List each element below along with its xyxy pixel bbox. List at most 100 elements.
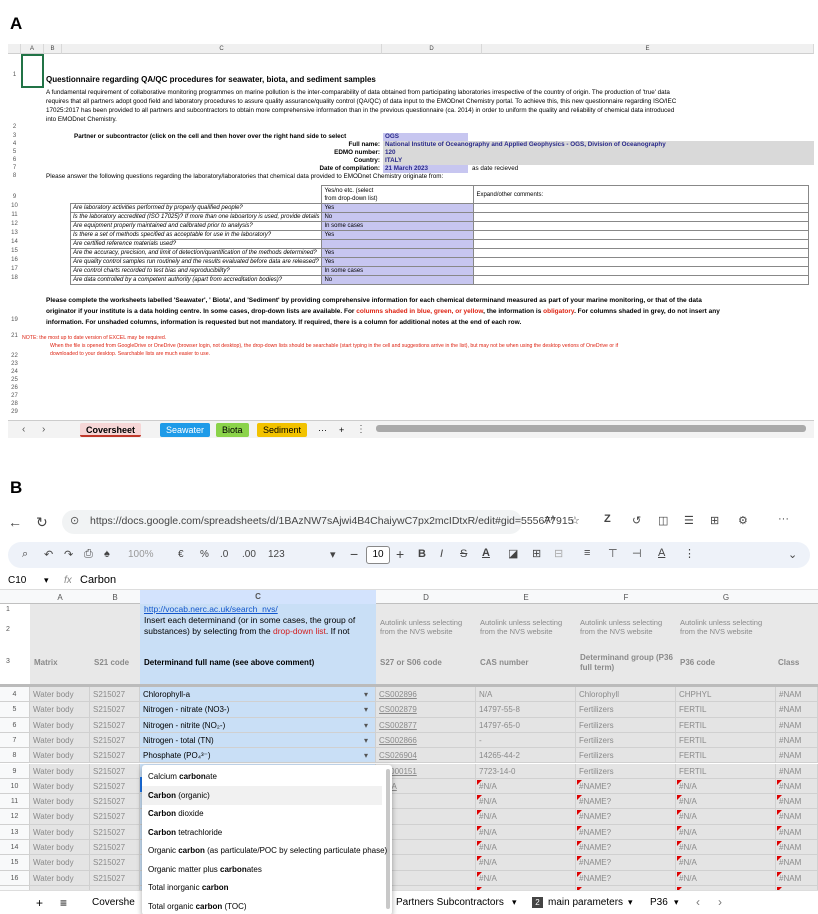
tab-main-dropdown-icon[interactable]: ▾ xyxy=(628,897,633,908)
cas-cell[interactable]: #N/A xyxy=(476,778,576,795)
error-indicator[interactable] xyxy=(677,871,682,877)
suggestion-item[interactable]: Calcium carbonate xyxy=(148,767,217,786)
determinand-group-cell[interactable]: Fertilizers xyxy=(576,717,676,733)
suggestion-item[interactable]: Carbon dioxide xyxy=(148,804,204,823)
tab-p36[interactable]: P36 xyxy=(650,897,668,908)
p36-code-cell[interactable]: #N/A xyxy=(676,809,776,825)
s21-code-cell[interactable]: S215027 xyxy=(90,702,140,718)
comment-cell[interactable] xyxy=(473,212,810,222)
cas-cell[interactable]: 14265-44-2 xyxy=(476,748,576,764)
p36-code-cell[interactable]: #N/A xyxy=(676,794,776,810)
tab-p36-dropdown-icon[interactable]: ▾ xyxy=(674,897,679,908)
p36-code-cell[interactable]: #N/A xyxy=(676,778,776,795)
comment-cell[interactable] xyxy=(473,203,810,213)
determinand-group-cell[interactable]: Fertilizers xyxy=(576,702,676,718)
p36-code-cell[interactable]: FERTIL xyxy=(676,732,776,749)
class-cell[interactable]: #NAM xyxy=(776,763,818,779)
error-indicator[interactable] xyxy=(777,779,782,785)
cas-cell[interactable]: #N/A xyxy=(476,824,576,840)
determinand-group-cell[interactable]: #NAME? xyxy=(576,778,676,795)
p36-code-cell[interactable]: FERTIL xyxy=(676,763,776,779)
col-header-e[interactable]: E xyxy=(482,44,814,54)
search-menus-icon[interactable]: ⌕ xyxy=(22,548,28,561)
all-sheets-button[interactable]: ≡ xyxy=(60,896,67,910)
comment-cell[interactable] xyxy=(473,266,810,276)
tab-scroll-right-icon[interactable]: › xyxy=(42,424,45,435)
matrix-cell[interactable]: Water body xyxy=(30,855,90,871)
suggestion-item[interactable]: Carbon (organic) xyxy=(142,785,382,805)
answer-select[interactable]: Yes xyxy=(321,257,475,267)
error-indicator[interactable] xyxy=(777,825,782,831)
suggestion-item[interactable]: Organic carbon (as particulate/POC by se… xyxy=(148,841,387,860)
matrix-cell[interactable]: Water body xyxy=(30,732,90,749)
s21-code-cell[interactable]: S215027 xyxy=(90,778,140,795)
answer-select[interactable]: In some cases xyxy=(321,221,475,231)
determinand-group-cell[interactable]: Chlorophyll xyxy=(576,687,676,703)
answer-select[interactable]: Yes xyxy=(321,230,475,240)
class-cell[interactable]: #NAM xyxy=(776,824,818,840)
font-family-dropdown-icon[interactable]: ▾ xyxy=(330,548,336,561)
tab-coversheet[interactable]: Coversheet xyxy=(80,423,142,437)
p36-code-cell[interactable]: #N/A xyxy=(676,870,776,886)
class-cell[interactable]: #NAM xyxy=(776,687,818,703)
cas-cell[interactable]: N/A xyxy=(476,687,576,703)
class-cell[interactable]: #NAM xyxy=(776,717,818,733)
tab-scroll-left-icon[interactable]: ‹ xyxy=(22,424,25,435)
p36-code-cell[interactable]: #N/A xyxy=(676,840,776,856)
dropdown-arrow-icon[interactable]: ▾ xyxy=(364,721,368,730)
s27-code-cell[interactable]: CS026904 xyxy=(376,748,476,764)
s27-code-cell[interactable]: CS002866 xyxy=(376,732,476,749)
error-indicator[interactable] xyxy=(577,810,582,816)
address-bar[interactable]: ⊙ https://docs.google.com/spreadsheets/d… xyxy=(62,510,574,534)
error-indicator[interactable] xyxy=(777,810,782,816)
extension-icon[interactable]: ⚙ xyxy=(738,514,748,527)
class-cell[interactable]: #NAM xyxy=(776,809,818,825)
date-field[interactable]: 21 March 2023 xyxy=(383,165,468,173)
determinand-cell[interactable]: Nitrogen - total (TN) xyxy=(140,732,376,749)
more-toolbar-icon[interactable]: ⋮ xyxy=(684,547,695,560)
dropdown-scrollbar[interactable] xyxy=(386,769,390,909)
error-indicator[interactable] xyxy=(577,841,582,846)
col-header-b[interactable]: B xyxy=(44,44,62,54)
zoom-select[interactable]: 100% xyxy=(128,549,154,560)
answer-select[interactable]: In some cases xyxy=(321,266,475,276)
tab-biota[interactable]: Biota xyxy=(216,423,249,437)
s21-code-cell[interactable]: S215027 xyxy=(90,809,140,825)
increase-decimal-button[interactable]: .00 xyxy=(242,549,256,560)
col-header-g[interactable]: G xyxy=(676,593,776,602)
error-indicator[interactable] xyxy=(477,871,482,877)
comment-cell[interactable] xyxy=(473,230,810,240)
cas-cell[interactable]: 14797-55-8 xyxy=(476,702,576,718)
collapse-toolbar-icon[interactable]: ⌄ xyxy=(788,548,797,561)
more-menu-icon[interactable]: ··· xyxy=(778,513,789,525)
matrix-cell[interactable]: Water body xyxy=(30,748,90,764)
cas-cell[interactable]: 7723-14-0 xyxy=(476,763,576,779)
selected-cell-a1[interactable] xyxy=(21,54,44,88)
error-indicator[interactable] xyxy=(677,810,682,816)
p36-code-cell[interactable]: #N/A xyxy=(676,824,776,840)
horizontal-scrollbar[interactable] xyxy=(376,425,806,432)
comment-cell[interactable] xyxy=(473,221,810,231)
font-size-input[interactable]: 10 xyxy=(366,546,390,564)
nvs-search-link[interactable]: http://vocab.nerc.ac.uk/search_nvs/ xyxy=(144,604,278,614)
s21-code-cell[interactable]: S215027 xyxy=(90,794,140,810)
error-indicator[interactable] xyxy=(477,825,482,831)
number-format-button[interactable]: 123 xyxy=(268,549,285,560)
determinand-cell[interactable]: Nitrogen - nitrite (NO₂-) xyxy=(140,717,376,733)
undo-icon[interactable]: ↶ xyxy=(44,548,53,561)
matrix-cell[interactable]: Water body xyxy=(30,824,90,840)
cas-cell[interactable]: #N/A xyxy=(476,840,576,856)
tab-coversheet[interactable]: Covershe xyxy=(92,897,135,908)
determinand-cell[interactable]: Chlorophyll-a xyxy=(140,687,376,703)
s21-code-cell[interactable]: S215027 xyxy=(90,717,140,733)
error-indicator[interactable] xyxy=(477,810,482,816)
answer-select[interactable]: No xyxy=(321,212,475,222)
determinand-group-cell[interactable]: #NAME? xyxy=(576,809,676,825)
s27-code-cell[interactable]: CS002877 xyxy=(376,717,476,733)
error-indicator[interactable] xyxy=(777,871,782,877)
error-indicator[interactable] xyxy=(777,841,782,846)
col-header-b[interactable]: B xyxy=(90,593,140,602)
tab-partners-dropdown-icon[interactable]: ▾ xyxy=(512,897,517,908)
reload-icon[interactable]: ↻ xyxy=(36,514,48,531)
answer-select[interactable]: Yes xyxy=(321,203,475,213)
